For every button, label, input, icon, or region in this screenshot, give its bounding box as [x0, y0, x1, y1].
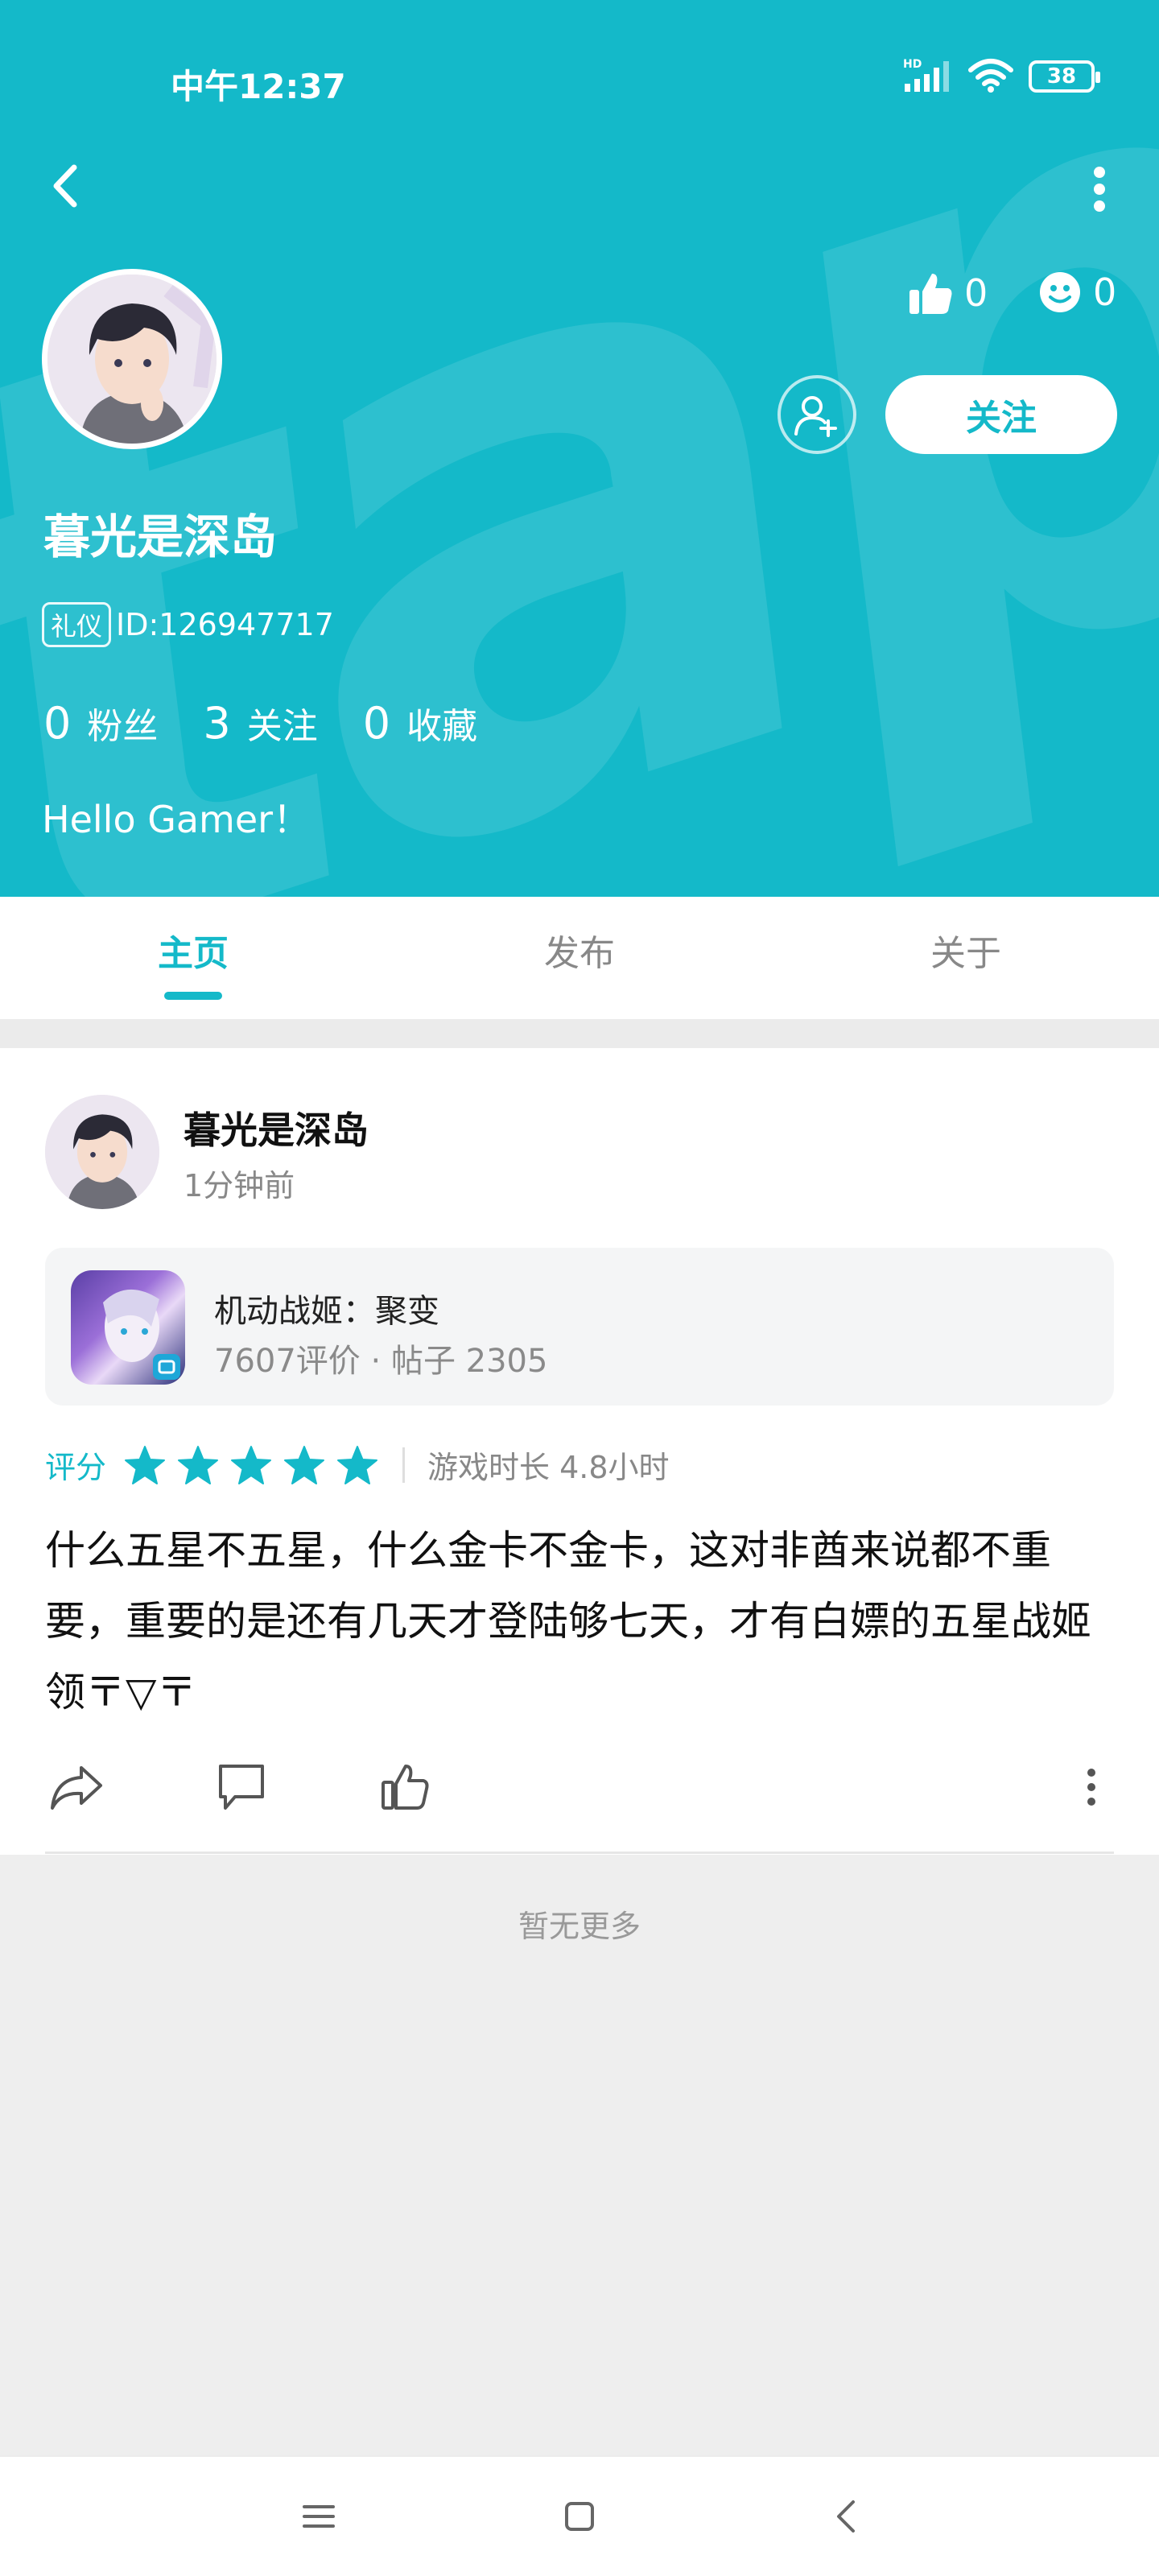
post-more-button[interactable] — [1069, 1755, 1114, 1819]
more-options-button[interactable] — [1075, 161, 1124, 217]
post-actions — [45, 1755, 1114, 1819]
tab-home[interactable]: 主页 — [0, 897, 386, 1019]
following-label[interactable]: 关注 — [247, 697, 318, 749]
section-divider — [0, 1019, 1159, 1048]
profile-tabs: 主页 发布 关于 — [0, 897, 1159, 1019]
chevron-left-icon — [837, 2500, 855, 2533]
signal-icon: HD — [903, 56, 953, 97]
star-icon — [337, 1445, 378, 1484]
comment-icon — [219, 1765, 264, 1810]
user-id: ID:126947717 — [116, 607, 334, 642]
divider — [45, 1852, 1114, 1854]
post-body[interactable]: 什么五星不五星，什么金卡不金卡，这对非酋来说都不重要，重要的是还有几天才登陆够七… — [45, 1515, 1116, 1728]
battery-icon: 38 — [1029, 60, 1100, 93]
badge[interactable]: 礼仪 — [42, 602, 112, 647]
rating-row: 评分 游戏时长 4.8小时 — [45, 1443, 670, 1487]
square-icon — [565, 2502, 594, 2531]
game-meta: 7607评价 · 帖子 2305 — [214, 1343, 548, 1380]
favorites-label[interactable]: 收藏 — [406, 697, 477, 749]
system-nav-bar — [0, 2455, 1159, 2576]
profile-header: tapt 中午12:37 HD 38 0 0 关注 暮光是深岛 礼仪 ID:12… — [0, 0, 1159, 897]
star-icon — [178, 1445, 219, 1484]
following-count[interactable]: 3 — [203, 698, 230, 749]
thumbs-up-icon — [909, 274, 952, 314]
wifi-icon — [967, 57, 1014, 96]
rating-stars — [124, 1445, 378, 1485]
tab-about[interactable]: 关于 — [773, 897, 1159, 1019]
thumbs-up-icon — [382, 1765, 429, 1810]
star-icon — [231, 1445, 272, 1484]
follow-button[interactable]: 关注 — [885, 375, 1117, 454]
add-friend-button[interactable] — [777, 375, 856, 454]
smile-icon — [1040, 272, 1080, 312]
review-post[interactable]: 暮光是深岛 1分钟前 机动战姬：聚变 7607评价 · 帖子 2305 评分 游… — [0, 1048, 1159, 1855]
game-name: 机动战姬：聚变 — [214, 1293, 439, 1330]
avatar[interactable] — [42, 269, 222, 449]
more-vertical-icon — [1094, 167, 1105, 212]
smiles-stat: 0 — [1038, 270, 1116, 314]
profile-bio: Hello Gamer！ — [42, 798, 311, 841]
network-label: HD — [903, 58, 922, 71]
comment-button[interactable] — [209, 1755, 274, 1819]
status-icons: HD 38 — [903, 56, 1100, 97]
star-icon — [125, 1445, 166, 1484]
favorites-count[interactable]: 0 — [363, 698, 390, 749]
nav-menu-button[interactable] — [295, 2492, 343, 2541]
post-avatar[interactable] — [45, 1095, 159, 1209]
star-icon — [284, 1445, 325, 1484]
game-card[interactable]: 机动战姬：聚变 7607评价 · 帖子 2305 — [45, 1248, 1114, 1406]
menu-icon — [303, 2505, 335, 2528]
profile-counts: 0 粉丝 3 关注 0 收藏 — [43, 697, 522, 749]
rating-label: 评分 — [45, 1450, 107, 1485]
playtime: 游戏时长 4.8小时 — [427, 1450, 670, 1485]
no-more-text: 暂无更多 — [518, 1909, 641, 1944]
add-user-icon — [794, 396, 837, 437]
like-button[interactable] — [373, 1755, 438, 1819]
user-id-row: 礼仪 ID:126947717 — [42, 602, 334, 647]
post-username[interactable]: 暮光是深岛 — [184, 1101, 369, 1154]
smiles-count: 0 — [1093, 270, 1117, 314]
more-vertical-icon — [1087, 1769, 1095, 1806]
share-button[interactable] — [45, 1755, 109, 1819]
game-icon — [71, 1270, 185, 1385]
fans-label[interactable]: 粉丝 — [87, 697, 158, 749]
rating-divider — [402, 1447, 406, 1483]
profile-username: 暮光是深岛 — [43, 510, 278, 564]
status-time: 中午12:37 — [171, 67, 346, 106]
fans-count[interactable]: 0 — [43, 698, 71, 749]
tab-posts[interactable]: 发布 — [386, 897, 773, 1019]
post-time: 1分钟前 — [184, 1168, 295, 1203]
chevron-left-icon — [53, 164, 77, 208]
share-icon — [51, 1766, 102, 1810]
nav-back-button[interactable] — [823, 2492, 871, 2541]
back-button[interactable] — [39, 158, 95, 214]
nav-home-button[interactable] — [555, 2492, 604, 2541]
likes-stat: 0 — [908, 270, 988, 316]
likes-count: 0 — [964, 271, 988, 315]
